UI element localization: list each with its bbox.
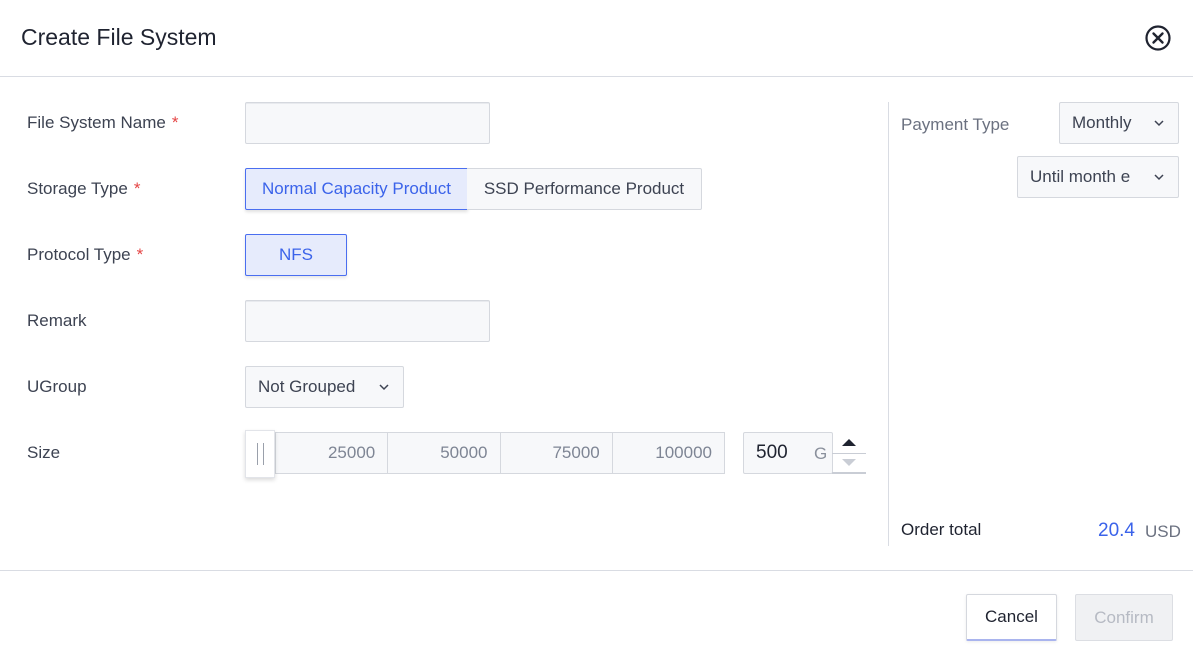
dialog-header: Create File System [0,0,1193,77]
slider-tick: 75000 [501,433,613,473]
size-unit: G [814,444,828,463]
storage-type-label: Storage Type * [27,179,141,198]
size-value: 500 [756,442,788,463]
order-total-label: Order total [901,520,982,539]
size-number-input[interactable]: 500 G [743,432,833,474]
payment-type-select[interactable]: Monthly [1059,102,1179,144]
chevron-down-icon [379,384,389,391]
chevron-down-icon [1154,174,1164,181]
slider-tick: 100000 [655,443,712,462]
required-mark: * [136,245,144,264]
confirm-button[interactable]: Confirm [1075,594,1173,641]
close-icon[interactable] [1144,24,1172,52]
decrement-button[interactable] [832,453,866,474]
required-mark: * [171,113,179,132]
order-total-amount: 20.4 [1098,520,1135,541]
required-mark: * [133,179,141,198]
ugroup-value: Not Grouped [258,377,356,396]
remark-label: Remark [27,311,87,330]
chevron-down-icon [1154,120,1164,127]
payment-type-value: Monthly [1072,113,1132,132]
increment-button[interactable] [832,432,866,453]
caret-up-icon [842,439,856,446]
slider-tick: 25000 [276,433,389,473]
ugroup-label: UGroup [27,377,87,396]
storage-option-ssd-performance[interactable]: SSD Performance Product [467,168,702,210]
grip-icon [256,443,264,465]
remark-input[interactable] [245,300,490,342]
panel-divider [888,102,889,546]
slider-tick: 50000 [388,433,501,473]
order-total-currency: USD [1145,522,1181,541]
size-stepper[interactable] [832,432,866,474]
cancel-button[interactable]: Cancel [966,594,1057,641]
footer-divider [0,570,1193,571]
size-label: Size [27,443,61,462]
file-system-name-input[interactable] [245,102,490,144]
storage-option-normal-capacity[interactable]: Normal Capacity Product [245,168,468,210]
payment-period-value: Until month e [1030,167,1131,186]
size-slider-track[interactable]: 25000 50000 75000 100000 [275,432,725,474]
size-slider-handle[interactable] [245,430,275,478]
dialog-title: Create File System [21,24,217,50]
payment-type-label: Payment Type [901,115,1010,134]
ugroup-select[interactable]: Not Grouped [245,366,404,408]
file-system-name-label: File System Name * [27,113,179,132]
protocol-option-nfs[interactable]: NFS [245,234,347,276]
protocol-type-label: Protocol Type * [27,245,144,264]
payment-period-select[interactable]: Until month e [1017,156,1179,198]
caret-down-icon [842,459,856,466]
